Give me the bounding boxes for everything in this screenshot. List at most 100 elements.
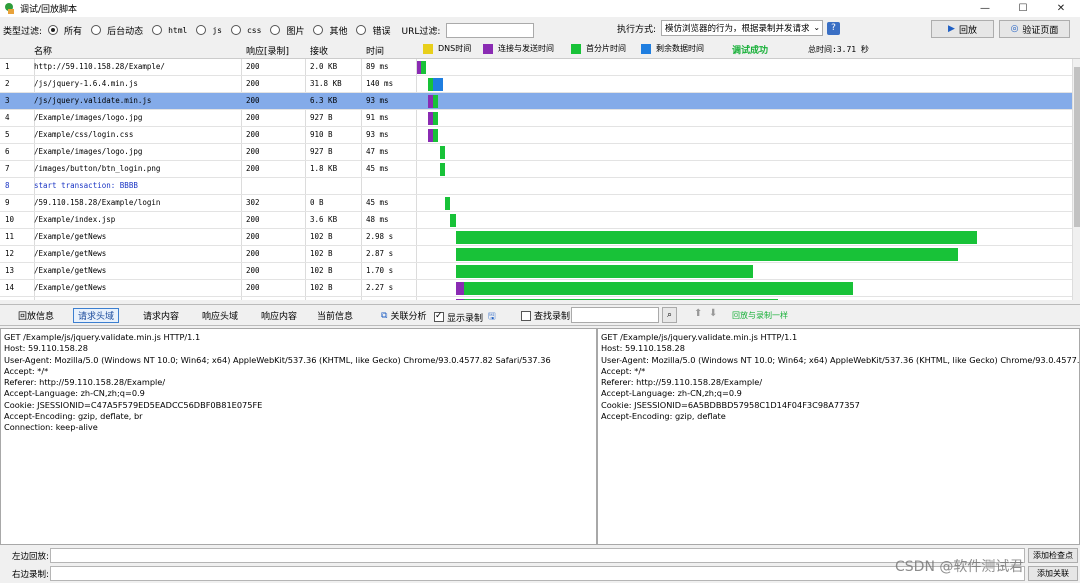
type-filter-label: 图片 bbox=[286, 26, 305, 37]
recorded-request-pane[interactable]: GET /Example/js/jquery.validate.min.js H… bbox=[597, 328, 1080, 545]
table-row[interactable]: 6/Example/images/logo.jpg 200 927 B 47 ms bbox=[0, 144, 1072, 161]
cell-num: 8 bbox=[5, 181, 10, 190]
timing-bar bbox=[464, 282, 853, 295]
cell-name: /Example/css/login.css bbox=[34, 130, 134, 139]
radio-icon[interactable] bbox=[356, 25, 367, 35]
add-correlation-button[interactable]: 添加关联 bbox=[1028, 566, 1078, 581]
header-line: GET /Example/js/jquery.validate.min.js H… bbox=[601, 332, 798, 342]
type-filter-0[interactable]: 所有 bbox=[48, 24, 82, 37]
show-recording-checkbox[interactable]: 显示录制 🖫 bbox=[434, 309, 496, 325]
col-resp-header[interactable]: 响应[录制] bbox=[246, 44, 289, 57]
radio-icon[interactable] bbox=[91, 25, 102, 35]
url-filter-input[interactable] bbox=[446, 22, 535, 38]
cell-resp: 200 bbox=[246, 164, 260, 173]
request-table: 1 http://59.110.158.28/Example/200 2.0 KB 8… bbox=[0, 59, 1072, 300]
timing-bar bbox=[455, 231, 977, 244]
cell-resp: 200 bbox=[246, 113, 260, 122]
search-icon[interactable]: ⌕ bbox=[662, 307, 677, 323]
cell-time bbox=[366, 178, 416, 195]
tab-2[interactable]: 请求内容 bbox=[131, 308, 191, 323]
save-icon[interactable]: 🖫 bbox=[488, 309, 496, 325]
detail-tab-strip: 回放信息请求头域请求内容响应头域响应内容当前信息 ⧉ 关联分析 显示录制 🖫 查… bbox=[0, 304, 1080, 326]
replay-button[interactable]: ▶ 回放 bbox=[931, 20, 994, 38]
find-recording-checkbox[interactable]: 查找录制 bbox=[521, 309, 570, 322]
timing-bar bbox=[420, 61, 426, 74]
type-filter-2[interactable]: html bbox=[152, 24, 187, 37]
legend-dns: DNS时间 bbox=[423, 43, 471, 54]
right-record-field[interactable] bbox=[50, 566, 1025, 581]
radio-icon[interactable] bbox=[270, 25, 281, 35]
tab-3[interactable]: 响应头域 bbox=[190, 308, 250, 323]
type-filter-4[interactable]: css bbox=[230, 24, 262, 37]
table-scrollbar[interactable] bbox=[1072, 59, 1080, 300]
show-recording-box[interactable] bbox=[434, 311, 444, 322]
table-row[interactable]: 10/Example/index.jsp 200 3.6 KB 48 ms bbox=[0, 212, 1072, 229]
watermark: CSDN @软件测试君 bbox=[895, 559, 1024, 575]
type-filter-7[interactable]: 错误 bbox=[356, 24, 390, 37]
maximize-icon[interactable]: ☐ bbox=[1004, 0, 1042, 17]
cell-recv: 927 B bbox=[310, 147, 333, 156]
replay-request-pane[interactable]: GET /Example/js/jquery.validate.min.js H… bbox=[0, 328, 597, 545]
table-row[interactable]: 11/Example/getNews 200 102 B 2.98 s bbox=[0, 229, 1072, 246]
table-row[interactable]: 13/Example/getNews 200 102 B 1.70 s bbox=[0, 263, 1072, 280]
related-analysis-tool[interactable]: ⧉ 关联分析 bbox=[381, 309, 426, 323]
cell-recv: 927 B bbox=[310, 113, 333, 122]
cell-time: 1.70 s bbox=[366, 266, 394, 275]
table-row[interactable]: 3/js/jquery.validate.min.js 200 6.3 KB 93 m… bbox=[0, 93, 1072, 110]
col-name-header[interactable]: 名称 bbox=[34, 44, 52, 57]
type-filter-5[interactable]: 图片 bbox=[270, 24, 304, 37]
add-checkpoint-button[interactable]: 添加检查点 bbox=[1028, 548, 1078, 563]
cell-name: /Example/getNews bbox=[34, 232, 107, 241]
table-row[interactable]: 5/Example/css/login.css 200 910 B 93 ms bbox=[0, 127, 1072, 144]
type-filter-1[interactable]: 后台动态 bbox=[91, 24, 143, 37]
table-row[interactable]: 9/59.110.158.28/Example/login 302 0 B 45 ms bbox=[0, 195, 1072, 212]
type-filter-label: css bbox=[246, 25, 262, 35]
table-row[interactable]: 8 start transaction: BBBB bbox=[0, 178, 1072, 195]
table-row[interactable]: 1 http://59.110.158.28/Example/200 2.0 KB 8… bbox=[0, 59, 1072, 76]
radio-icon[interactable] bbox=[152, 25, 163, 35]
type-filter-3[interactable]: js bbox=[196, 24, 222, 37]
cell-name: /59.110.158.28/Example/login bbox=[34, 198, 161, 207]
tab-0[interactable]: 回放信息 bbox=[8, 308, 64, 323]
tab-5[interactable]: 当前信息 bbox=[309, 308, 361, 323]
close-icon[interactable]: ✕ bbox=[1042, 0, 1080, 17]
arrow-up-icon[interactable]: ⬆ bbox=[694, 308, 702, 319]
scrollbar-thumb[interactable] bbox=[1074, 67, 1080, 227]
radio-icon[interactable] bbox=[230, 25, 241, 35]
find-input[interactable] bbox=[571, 307, 659, 323]
cell-recv: 102 B bbox=[310, 232, 333, 241]
exec-mode-select[interactable]: 模仿浏览器的行为，根据录制并发请求 ⌄ bbox=[661, 20, 824, 36]
table-row[interactable]: 14/Example/getNews 200 102 B 2.27 s bbox=[0, 280, 1072, 297]
right-record-label: 右边录制: bbox=[12, 570, 49, 580]
tab-4[interactable]: 响应内容 bbox=[249, 308, 309, 323]
cell-num: 15 bbox=[5, 297, 25, 300]
tab-1[interactable]: 请求头域 bbox=[73, 308, 119, 323]
cell-time bbox=[366, 297, 416, 300]
arrow-down-icon[interactable]: ⬇ bbox=[709, 308, 717, 319]
help-icon[interactable]: ? bbox=[827, 21, 841, 35]
legend-connect: 连接与发送时间 bbox=[483, 43, 554, 54]
find-recording-box[interactable] bbox=[521, 310, 531, 321]
table-row[interactable]: 7/images/button/btn_login.png 200 1.8 KB 45… bbox=[0, 161, 1072, 178]
left-replay-field[interactable] bbox=[50, 548, 1025, 563]
cell-resp: 302 bbox=[246, 198, 260, 207]
legend-dns-swatch bbox=[423, 43, 433, 54]
timing-bar bbox=[450, 214, 456, 227]
header-line: Accept-Encoding: gzip, deflate, br bbox=[4, 411, 143, 422]
cell-recv: 6.3 KB bbox=[310, 96, 338, 105]
cell-time: 91 ms bbox=[366, 113, 389, 122]
table-row[interactable]: 4/Example/images/logo.jpg 200 927 B 91 ms bbox=[0, 110, 1072, 127]
type-filter-6[interactable]: 其他 bbox=[313, 24, 347, 37]
table-row[interactable]: 12/Example/getNews 200 102 B 2.87 s bbox=[0, 246, 1072, 263]
cell-recv: 102 B bbox=[310, 249, 333, 258]
radio-icon[interactable] bbox=[48, 25, 59, 35]
radio-icon[interactable] bbox=[196, 25, 207, 35]
table-row[interactable]: 2/js/jquery-1.6.4.min.js 200 31.8 KB 140 ms bbox=[0, 76, 1072, 93]
col-time-header[interactable]: 时间 bbox=[366, 44, 384, 57]
table-row[interactable]: 15 bbox=[0, 297, 1072, 300]
minimize-icon[interactable]: — bbox=[966, 0, 1004, 17]
col-recv-header[interactable]: 接收 bbox=[310, 44, 328, 57]
verify-page-button[interactable]: ◎ 验证页面 bbox=[999, 20, 1070, 38]
radio-icon[interactable] bbox=[313, 25, 324, 35]
cell-num: 6 bbox=[5, 147, 10, 156]
